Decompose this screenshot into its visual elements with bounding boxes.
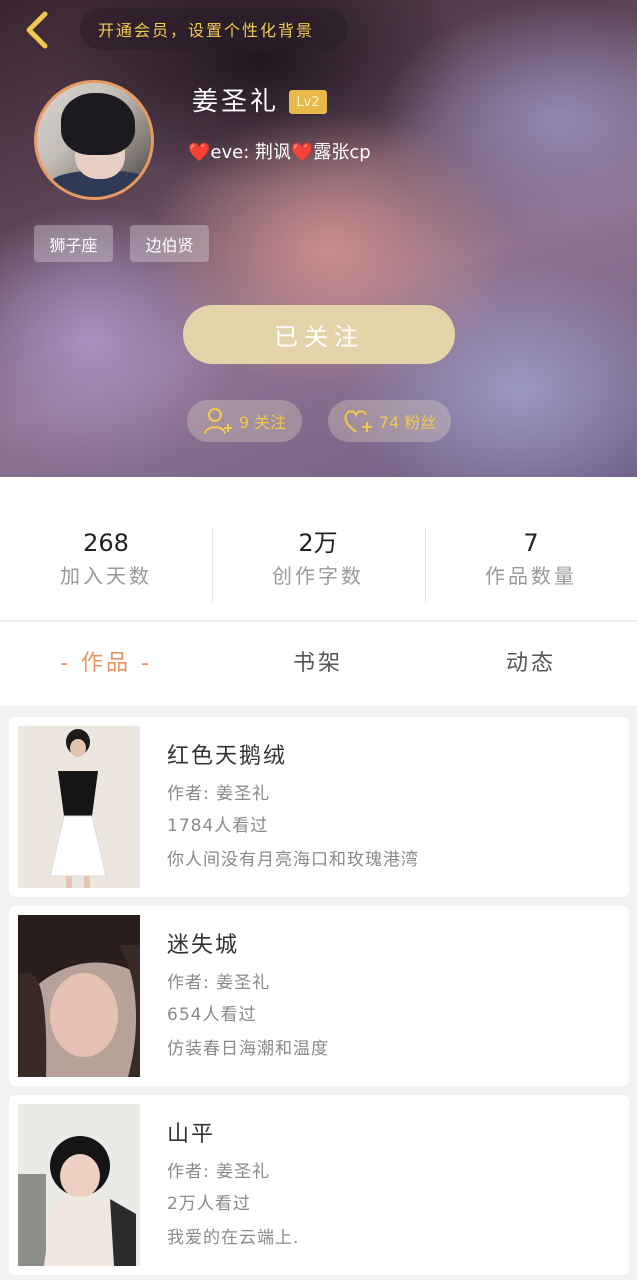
follow-button[interactable]: 已关注 — [183, 305, 455, 364]
profile-header: 开通会员，设置个性化背景 姜圣礼 Lv2 ❤️eve: 荆讽❤️露张cp 狮子座… — [0, 0, 637, 477]
work-author: 作者: 姜圣礼 — [167, 973, 271, 993]
following-count[interactable]: 9 关注 — [187, 400, 302, 442]
work-title: 红色天鹅绒 — [167, 744, 288, 769]
tab-bookshelf[interactable]: 书架 — [212, 646, 424, 682]
following-label: 9 关注 — [238, 413, 287, 432]
stats-row: 268 加入天数 2万 创作字数 7 作品数量 — [0, 477, 637, 621]
content-tabs: - 作品 - 书架 动态 — [0, 622, 637, 706]
username: 姜圣礼 — [192, 87, 280, 117]
stat-value: 2万 — [298, 529, 338, 557]
work-cover-image — [18, 915, 140, 1077]
user-plus-icon — [203, 408, 232, 435]
stat-divider — [425, 528, 426, 602]
stat-value: 268 — [83, 529, 129, 557]
work-card[interactable]: 迷失城 作者: 姜圣礼 654人看过 仿装春日海潮和温度 — [9, 906, 629, 1086]
stat-divider — [212, 528, 213, 602]
work-cover-image — [18, 726, 140, 888]
tag-idol[interactable]: 边伯贤 — [130, 225, 209, 262]
work-views: 654人看过 — [167, 1005, 257, 1025]
level-badge: Lv2 — [289, 90, 327, 114]
work-cover-image — [18, 1104, 140, 1266]
work-card[interactable]: 山平 作者: 姜圣礼 2万人看过 我爱的在云端上. — [9, 1095, 629, 1275]
vip-background-banner[interactable]: 开通会员，设置个性化背景 — [80, 8, 348, 50]
stat-days-joined: 268 加入天数 — [0, 527, 212, 593]
stat-label: 创作字数 — [272, 564, 364, 588]
heart-plus-icon — [344, 410, 372, 433]
work-author: 作者: 姜圣礼 — [167, 1162, 271, 1182]
tag-zodiac[interactable]: 狮子座 — [34, 225, 113, 262]
stat-word-count: 2万 创作字数 — [212, 527, 424, 593]
work-description: 你人间没有月亮海口和玫瑰港湾 — [167, 850, 419, 870]
stat-works-count: 7 作品数量 — [425, 527, 637, 593]
work-description: 我爱的在云端上. — [167, 1228, 300, 1248]
avatar[interactable] — [34, 80, 154, 200]
work-views: 2万人看过 — [167, 1194, 251, 1214]
followers-count[interactable]: 74 粉丝 — [328, 400, 451, 442]
followers-label: 74 粉丝 — [378, 413, 437, 432]
back-button[interactable] — [16, 8, 56, 52]
work-title: 山平 — [167, 1122, 216, 1147]
tab-moments[interactable]: 动态 — [425, 646, 637, 682]
stat-label: 作品数量 — [485, 564, 577, 588]
chevron-left-icon — [26, 11, 48, 49]
work-title: 迷失城 — [167, 933, 240, 958]
stat-value: 7 — [523, 529, 539, 557]
work-description: 仿装春日海潮和温度 — [167, 1039, 329, 1059]
tab-works[interactable]: - 作品 - — [0, 646, 212, 682]
work-author: 作者: 姜圣礼 — [167, 784, 271, 804]
stat-label: 加入天数 — [60, 564, 152, 588]
signature: ❤️eve: 荆讽❤️露张cp — [188, 142, 371, 163]
work-card[interactable]: 红色天鹅绒 作者: 姜圣礼 1784人看过 你人间没有月亮海口和玫瑰港湾 — [9, 717, 629, 897]
work-views: 1784人看过 — [167, 816, 269, 836]
